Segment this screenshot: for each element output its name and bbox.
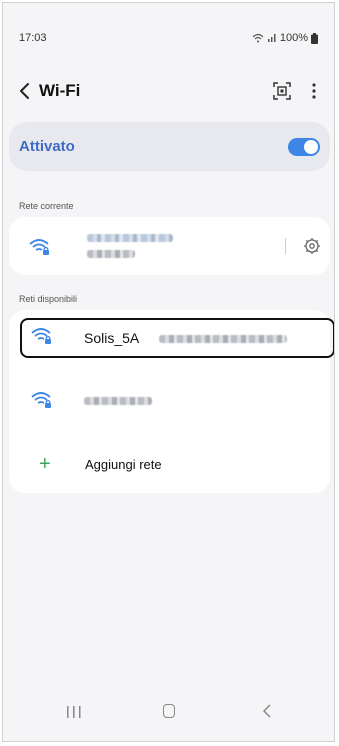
system-navigation-bar (3, 691, 334, 741)
back-button[interactable] (13, 79, 37, 103)
network-item[interactable] (9, 376, 330, 424)
switch-knob (304, 140, 318, 154)
gear-icon[interactable] (303, 237, 321, 255)
current-network-status-redacted (87, 250, 135, 258)
current-network-section-label: Rete corrente (19, 201, 74, 211)
home-icon[interactable] (163, 704, 175, 718)
recent-apps-icon[interactable] (65, 705, 83, 719)
current-network-name-redacted (87, 234, 173, 242)
wifi-locked-icon (29, 239, 49, 255)
network-name-redacted (84, 397, 152, 405)
selection-highlight (20, 318, 334, 358)
master-toggle-label: Attivato (19, 138, 75, 155)
phone-screen: 17:03 100% Wi-Fi Attivato Rete corrente … (2, 2, 335, 742)
current-network-card[interactable] (9, 217, 330, 275)
wifi-switch[interactable] (288, 138, 320, 156)
status-indicators: 100% (252, 32, 318, 44)
add-network-item[interactable]: + Aggiungi rete (9, 444, 330, 484)
wifi-master-toggle[interactable]: Attivato (9, 122, 330, 171)
back-nav-icon[interactable] (261, 704, 273, 718)
more-options-icon[interactable] (304, 80, 324, 102)
status-bar: 17:03 100% (3, 3, 334, 44)
wifi-locked-icon (31, 392, 51, 408)
status-time: 17:03 (19, 32, 47, 44)
signal-icon (267, 34, 276, 42)
app-bar: Wi-Fi (3, 75, 334, 107)
plus-icon: + (39, 453, 51, 475)
add-network-label: Aggiungi rete (85, 457, 162, 472)
wifi-status-icon (252, 33, 264, 43)
page-title: Wi-Fi (39, 81, 81, 100)
qr-scan-icon[interactable] (272, 81, 292, 101)
divider (285, 238, 286, 254)
battery-percent: 100% (279, 32, 308, 44)
battery-icon (311, 32, 318, 44)
available-networks-section-label: Reti disponibili (19, 294, 78, 304)
